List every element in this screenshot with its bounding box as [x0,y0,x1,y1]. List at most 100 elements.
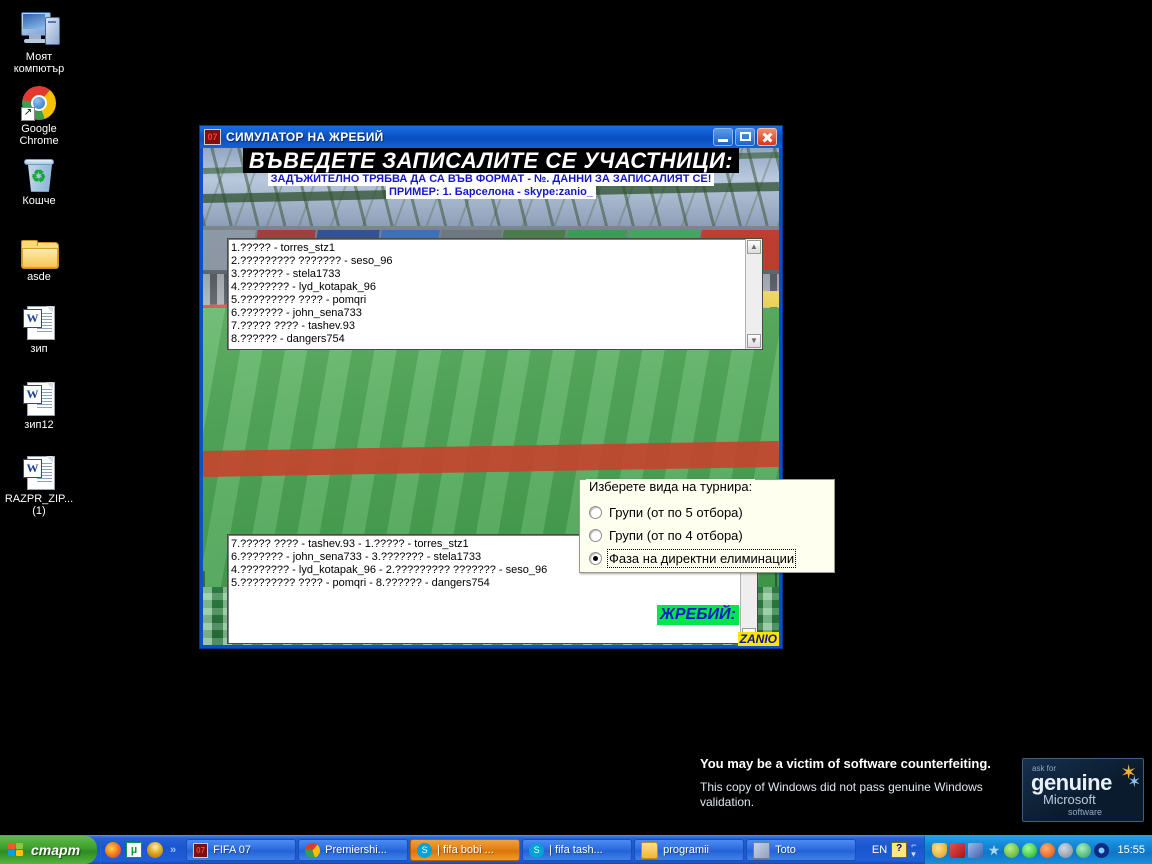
radio-option-groups-5[interactable]: Групи (от по 5 отбора) [589,502,743,522]
header-line-3: ПРИМЕР: 1. Барселона - skype:zanio_ [386,186,596,199]
participants-scrollbar[interactable]: ▲ ▼ [745,239,762,349]
scroll-down-icon[interactable]: ▼ [747,334,761,348]
wireless-icon[interactable] [1094,842,1110,858]
start-button-label: старт [31,842,81,858]
recycle-bin-icon: ♻ [1,148,77,192]
taskbar-clock[interactable]: 15:55 [1117,844,1145,856]
update-icon[interactable] [1040,842,1056,858]
language-help-icon[interactable]: ? [891,842,908,858]
scroll-up-icon[interactable]: ▲ [747,240,761,254]
header-line-2: ЗАДЪЖИТЕЛНО ТРЯБВА ДА СА ВЪВ ФОРМАТ - №.… [267,173,715,186]
radio-option-knockout[interactable]: Фаза на директни елиминации [589,548,797,568]
app-icon [753,841,771,859]
desktop-icon-folder-asde[interactable]: asde [1,224,77,283]
taskbar-button-fifa07[interactable]: 07 FIFA 07 [186,839,297,861]
taskbar-button-label: | fifa tash... [549,844,603,856]
groupbox-legend: Изберете вида на турнира: [586,479,756,494]
taskbar[interactable]: старт µ » 07 FIFA 07 Premiershi... S | f… [0,835,1152,864]
tournament-type-groupbox: Изберете вида на турнира: Групи (от по 5… [579,479,835,573]
desktop-icon-label: Кошче [22,195,56,207]
language-bar[interactable]: EN ? ⌐ ▾ [864,841,925,859]
windows-flag-icon [8,842,25,858]
participants-textbox[interactable]: 1.????? - torres_stz1 2.????????? ??????… [227,238,763,350]
my-computer-icon [1,4,77,48]
taskbar-button-label: Toto [775,844,796,856]
chrome-icon: ↗ [1,76,77,121]
desktop-icon-recycle-bin[interactable]: ♻ Кошче [1,148,77,207]
desktop-icon-label: Моят компютър [13,51,65,75]
power-icon[interactable] [1022,842,1038,858]
radio-icon[interactable] [589,528,602,542]
taskbar-button-programii[interactable]: programii [634,839,745,861]
comet-icon[interactable] [144,839,166,861]
taskbar-button-fifa-tash[interactable]: S | fifa tash... [522,839,633,861]
start-button[interactable]: старт [0,836,97,864]
radio-option-groups-4[interactable]: Групи (от по 4 отбора) [589,525,743,545]
radio-label: Групи (от по 4 отбора) [609,527,743,543]
star-icon[interactable]: ★ [986,843,1001,858]
folder-icon [641,841,659,859]
taskbar-window-buttons[interactable]: 07 FIFA 07 Premiershi... S | fifa bobi .… [180,836,864,864]
taskbar-button-premiership[interactable]: Premiershi... [298,839,409,861]
skype-icon: S [417,842,433,858]
adobe-reader-icon[interactable] [950,842,966,858]
network-icon[interactable] [968,842,984,858]
draw-simulator-window[interactable]: 07 СИМУЛАТОР НА ЖРЕБИЙ ВЪВЕДЕТЕ ЗАПИСАЛИ… [199,125,835,649]
genuine-microsoft-badge[interactable]: ✶ ✶ ask for genuine Microsoft software [1022,758,1144,822]
taskbar-button-label: programii [663,844,709,856]
desktop-icon-label: RAZPR_ZIP... (1) [4,493,74,517]
antivirus-check-icon[interactable] [1004,842,1020,858]
desktop-icon-label: asde [27,271,51,283]
desktop-icon-google-chrome[interactable]: ↗ Google Chrome [1,76,77,147]
desktop-icon-doc-zip[interactable]: W зип [1,296,77,355]
shortcut-arrow-icon: ↗ [21,107,35,121]
window-title-bar[interactable]: 07 СИМУЛАТОР НА ЖРЕБИЙ [200,126,782,148]
maximize-button[interactable] [735,128,755,146]
participants-text[interactable]: 1.????? - torres_stz1 2.????????? ??????… [231,242,744,347]
desktop-icon-doc-razpr-zip[interactable]: W RAZPR_ZIP... (1) [1,446,77,517]
radio-icon[interactable] [589,551,602,565]
taskbar-button-label: | fifa bobi ... [437,844,494,856]
taskbar-button-fifa-bobi[interactable]: S | fifa bobi ... [410,839,521,861]
fifa-app-icon: 07 [204,129,221,145]
zanio-watermark: ZANIO [737,632,779,646]
quick-launch-overflow-icon[interactable]: » [170,844,176,856]
close-button[interactable] [757,128,777,146]
minimize-button[interactable] [713,128,733,146]
header-line-1: ВЪВЕДЕТЕ ЗАПИСАЛИТЕ СЕ УЧАСТНИЦИ: [242,148,740,173]
firefox-icon[interactable] [105,842,121,858]
language-label: EN [871,844,888,856]
badge-line-4: software [1068,807,1103,817]
skype-icon: S [529,842,545,858]
word-document-icon: W [1,372,77,416]
quick-launch-bar[interactable]: µ » [100,836,180,864]
system-tray[interactable]: ★ 15:55 [924,836,1152,864]
draw-result-label: ЖРЕБИЙ: [657,605,739,625]
desktop-icon-my-computer[interactable]: Моят компютър [1,4,77,75]
utorrent-icon[interactable]: µ [126,842,142,858]
genuine-notice-body: This copy of Windows did not pass genuin… [700,780,983,809]
taskbar-button-toto[interactable]: Toto [746,839,857,861]
badge-line-3: Microsoft [1043,792,1096,807]
chrome-icon [305,842,321,858]
security-shield-icon[interactable] [932,842,948,858]
star-burst-small-icon: ✶ [1127,774,1141,791]
fifa-icon: 07 [193,842,209,858]
bluetooth-icon[interactable] [1076,842,1092,858]
word-document-icon: W [1,446,77,490]
window-title: СИМУЛАТОР НА ЖРЕБИЙ [226,130,384,144]
desktop-icon-label: Google Chrome [19,123,59,147]
language-bar-handle[interactable]: ⌐ ▾ [911,841,916,859]
radio-label: Групи (от по 5 отбора) [609,504,743,520]
volume-icon[interactable] [1058,842,1074,858]
radio-icon[interactable] [589,505,602,519]
desktop-icon-doc-zip12[interactable]: W зип12 [1,372,77,431]
word-document-icon: W [1,296,77,340]
radio-label: Фаза на директни елиминации [606,548,797,568]
taskbar-button-label: FIFA 07 [213,844,252,856]
desktop-icon-label: зип12 [24,419,54,431]
window-header-banner: ВЪВЕДЕТЕ ЗАПИСАЛИТЕ СЕ УЧАСТНИЦИ: ЗАДЪЖИ… [203,148,779,206]
taskbar-button-label: Premiershi... [325,844,387,856]
folder-icon [1,224,77,269]
genuine-windows-notice: You may be a victim of software counterf… [700,756,1144,830]
